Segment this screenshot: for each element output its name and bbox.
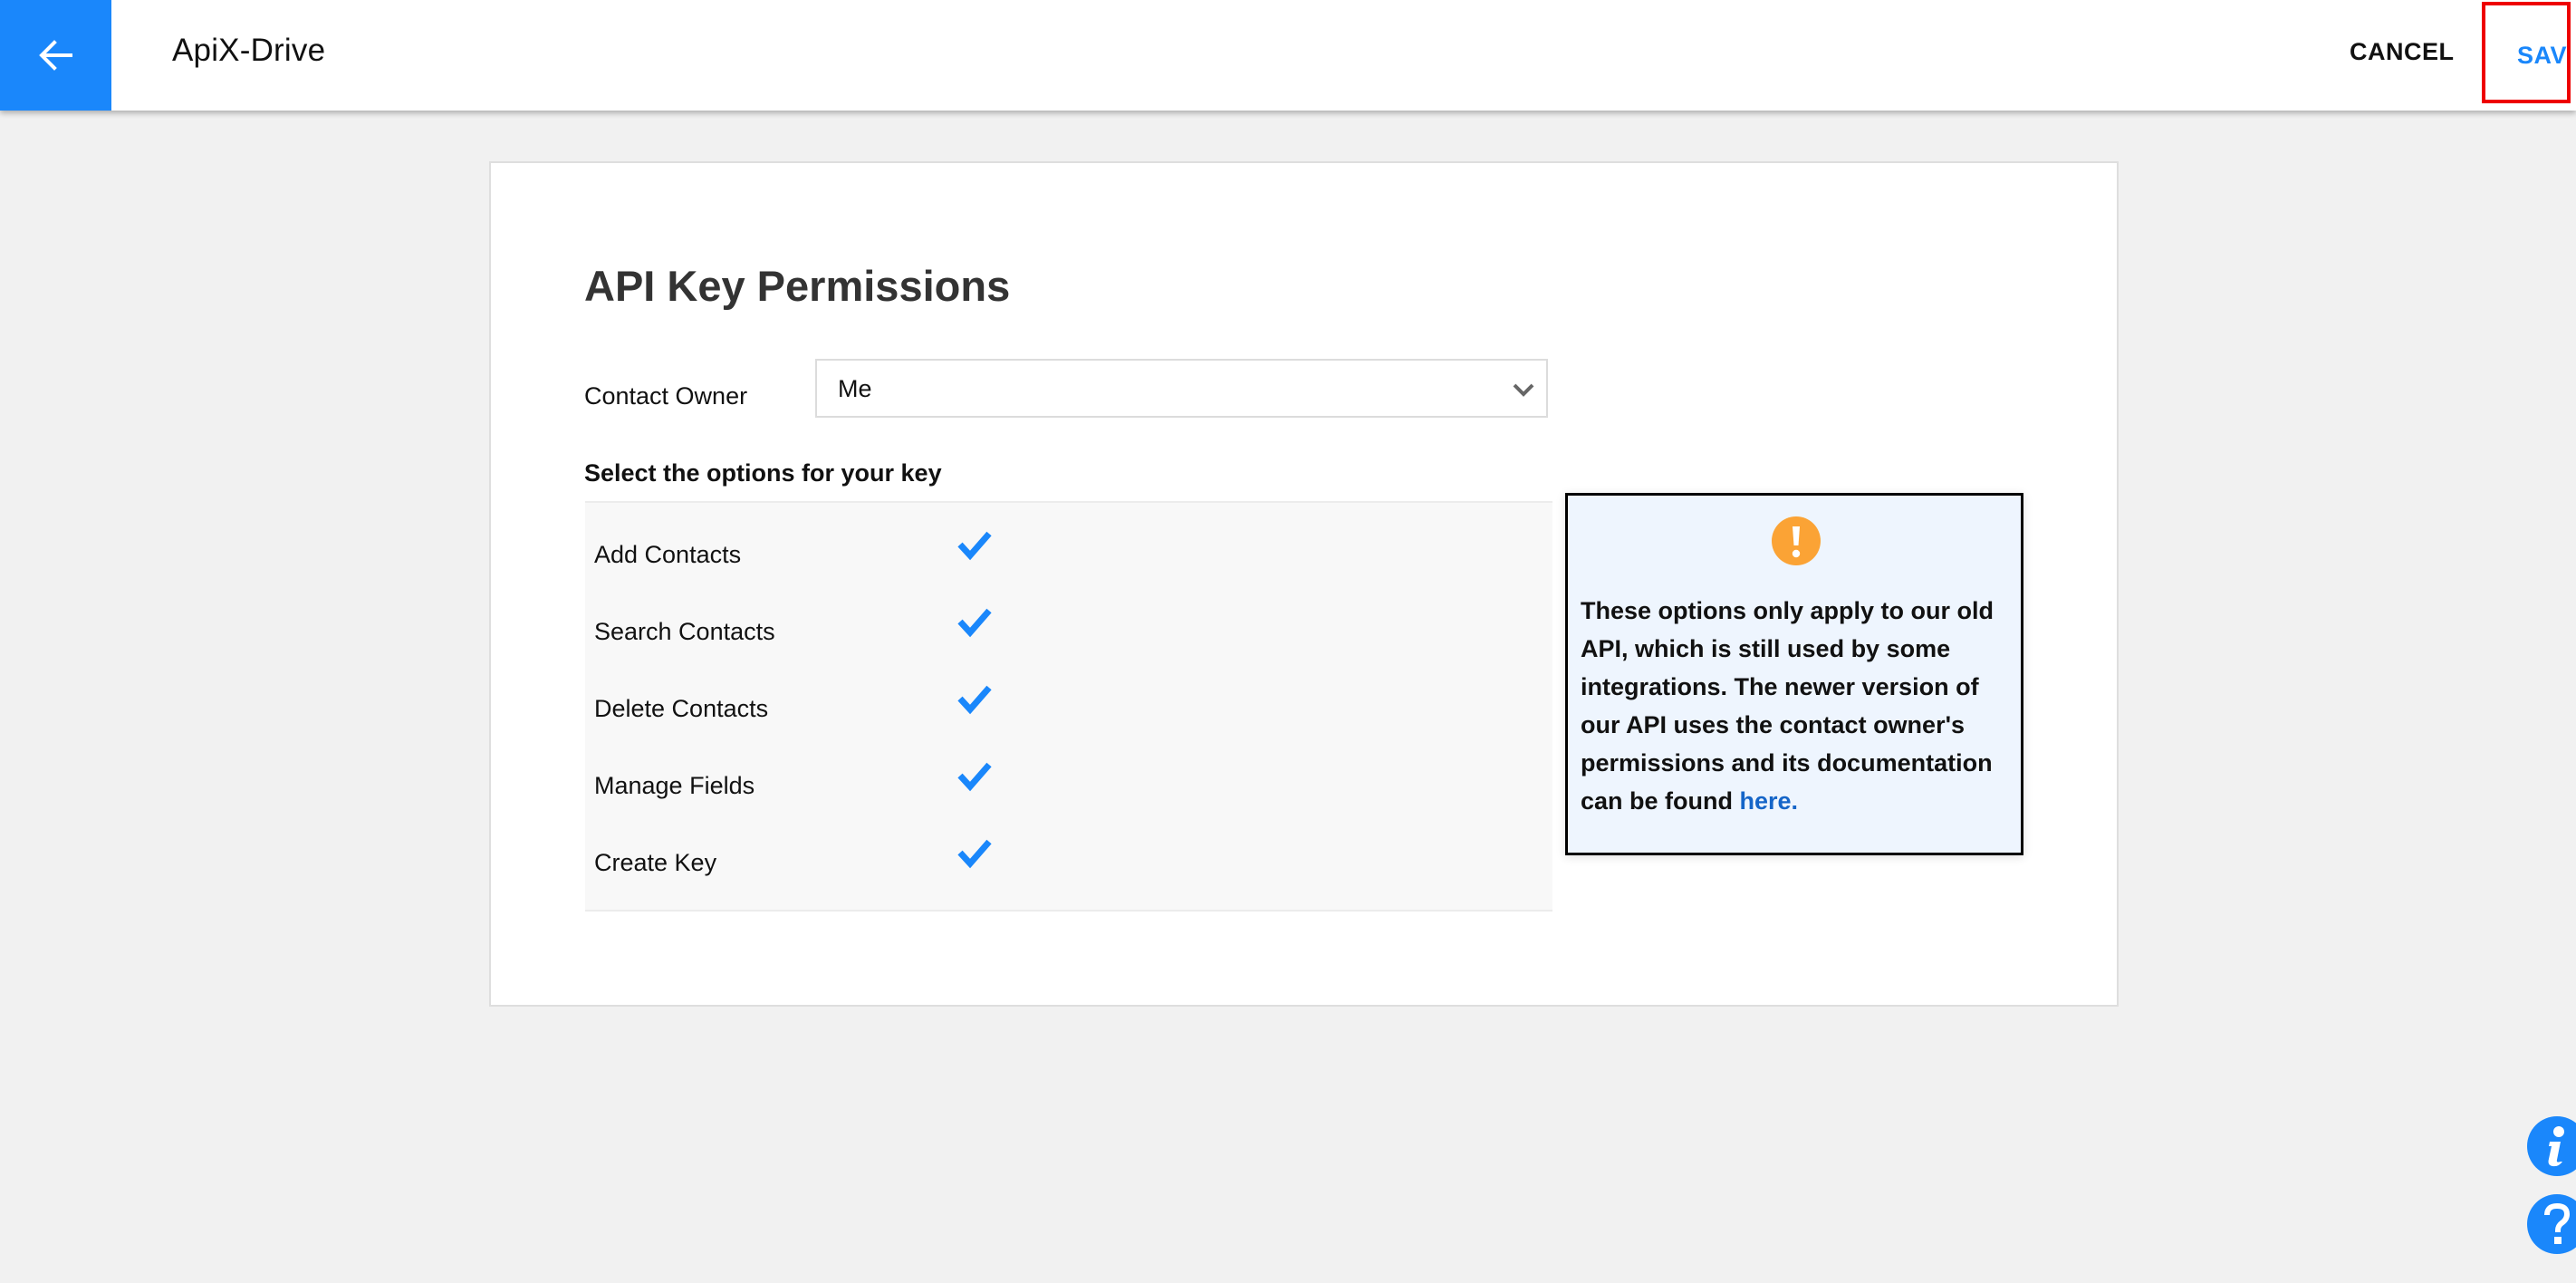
contact-owner-label: Contact Owner [584, 382, 748, 410]
notice-text: These options only apply to our old API,… [1581, 592, 2006, 820]
info-button[interactable] [2527, 1116, 2576, 1176]
documentation-link[interactable]: here. [1740, 787, 1799, 815]
chevron-down-icon [1513, 383, 1534, 397]
option-label: Delete Contacts [594, 695, 769, 722]
contact-owner-value: Me [838, 375, 872, 402]
option-row-add-contacts: Add Contacts [585, 514, 1552, 568]
checkmark-icon[interactable] [956, 528, 993, 564]
cancel-button[interactable]: CANCEL [2350, 38, 2455, 66]
notice-body: These options only apply to our old API,… [1581, 597, 1994, 815]
contact-owner-select[interactable]: Me [815, 359, 1548, 418]
checkmark-icon[interactable] [956, 682, 993, 719]
warning-exclamation-icon [1772, 516, 1821, 565]
app-title: ApiX-Drive [172, 33, 326, 68]
option-row-create-key: Create Key [585, 822, 1552, 876]
page-title: API Key Permissions [584, 262, 1011, 310]
help-button[interactable] [2527, 1194, 2576, 1254]
option-row-search-contacts: Search Contacts [585, 591, 1552, 645]
options-heading: Select the options for your key [584, 459, 942, 487]
top-bar: ApiX-Drive CANCEL SAVE [0, 0, 2576, 111]
arrow-left-icon [38, 40, 72, 71]
checkmark-icon[interactable] [956, 836, 993, 873]
api-notice-box: These options only apply to our old API,… [1565, 493, 2023, 855]
checkmark-icon[interactable] [956, 759, 993, 796]
option-row-manage-fields: Manage Fields [585, 745, 1552, 799]
back-button[interactable] [0, 0, 111, 111]
option-label: Manage Fields [594, 772, 755, 799]
checkmark-icon[interactable] [956, 605, 993, 642]
option-label: Add Contacts [594, 541, 742, 568]
option-row-delete-contacts: Delete Contacts [585, 668, 1552, 722]
options-list: Add Contacts Search Contacts Delete Cont… [585, 501, 1552, 912]
info-icon [2548, 1126, 2564, 1167]
help-question-icon [2544, 1202, 2571, 1244]
option-label: Create Key [594, 849, 717, 876]
option-label: Search Contacts [594, 618, 775, 645]
save-button-highlight: SAVE [2482, 2, 2571, 103]
save-button[interactable]: SAVE [2517, 42, 2567, 70]
